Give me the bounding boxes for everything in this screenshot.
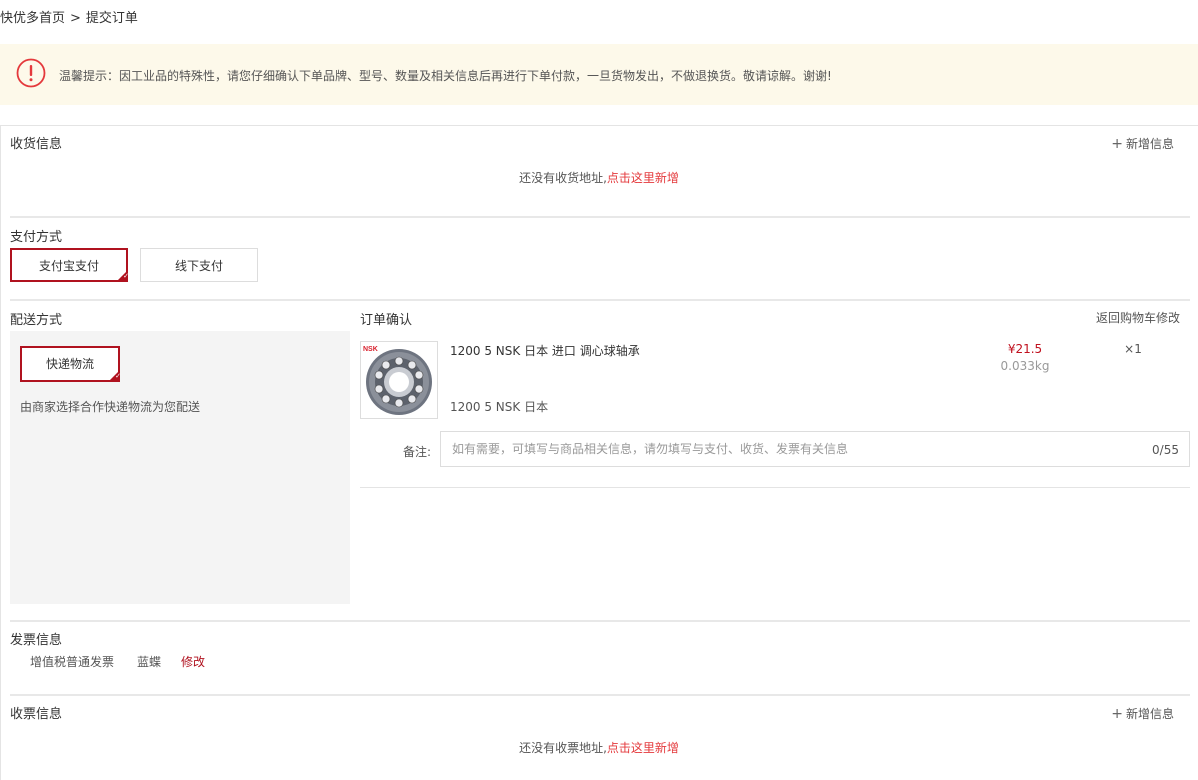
back-to-cart-link[interactable]: 返回购物车修改	[1096, 309, 1180, 326]
delivery-option-express[interactable]: 快递物流	[20, 346, 121, 382]
selected-check-icon	[116, 270, 129, 282]
add-shipping-address-label: 新增信息	[1125, 137, 1174, 151]
payment-option-label: 线下支付	[174, 259, 223, 273]
plus-icon: +	[1111, 136, 1123, 152]
add-invoice-address-button[interactable]: + 新增信息	[1111, 705, 1174, 722]
invoice-type: 增值税普通发票	[30, 655, 115, 669]
section-divider	[10, 299, 1190, 301]
invoice-title: 发票信息	[10, 633, 63, 648]
payment-option-offline[interactable]: 线下支付	[140, 248, 258, 282]
invoice-edit-link[interactable]: 修改	[181, 653, 205, 670]
remark-input[interactable]	[441, 432, 1153, 466]
invoice-address-empty-text: 还没有收票地址,	[519, 741, 607, 755]
plus-icon: +	[1111, 706, 1123, 722]
section-divider	[10, 216, 1190, 218]
notice-banner: 温馨提示：因工业品的特殊性，请您仔细确认下单品牌、型号、数量及相关信息后再进行下…	[0, 44, 1198, 105]
product-name[interactable]: 1200 5 NSK 日本 进口 调心球轴承	[450, 342, 640, 359]
breadcrumb: 快优多首页 > 提交订单	[0, 7, 138, 26]
product-price: ¥21.5	[1007, 342, 1043, 356]
shipping-address-empty: 还没有收货地址,点击这里新增	[0, 169, 1198, 186]
add-invoice-address-label: 新增信息	[1125, 707, 1174, 721]
section-divider	[10, 694, 1190, 696]
add-shipping-address-button[interactable]: + 新增信息	[1111, 135, 1174, 152]
bearing-image: NSK	[363, 346, 432, 415]
product-weight: 0.033kg	[1000, 359, 1050, 373]
invoice-address-empty: 还没有收票地址,点击这里新增	[0, 739, 1198, 756]
shipping-address-title: 收货信息	[10, 137, 63, 152]
add-shipping-address-link[interactable]: 点击这里新增	[607, 171, 679, 185]
divider	[0, 125, 1, 780]
delivery-option-label: 快递物流	[45, 357, 94, 371]
delivery-panel: 快递物流 由商家选择合作快递物流为您配送	[10, 331, 350, 604]
order-divider	[360, 487, 1190, 488]
add-invoice-address-link[interactable]: 点击这里新增	[607, 741, 679, 755]
brand-logo-text: NSK	[363, 346, 378, 353]
invoice-holder: 蓝蝶	[137, 655, 162, 669]
section-divider	[10, 620, 1190, 622]
product-quantity: ×1	[1124, 342, 1142, 356]
product-image[interactable]: NSK	[360, 341, 438, 419]
delivery-description: 由商家选择合作快递物流为您配送	[20, 400, 201, 414]
remark-label: 备注:	[403, 445, 432, 459]
payment-option-alipay[interactable]: 支付宝支付	[10, 248, 129, 282]
payment-title: 支付方式	[10, 230, 63, 245]
order-confirm-title: 订单确认	[360, 313, 413, 328]
exclamation-circle-icon	[16, 58, 46, 88]
remark-counter: 0/55	[1152, 443, 1179, 457]
invoice-address-title: 收票信息	[10, 707, 63, 722]
product-spec: 1200 5 NSK 日本	[450, 400, 549, 414]
breadcrumb-separator: >	[70, 11, 81, 26]
breadcrumb-home-link[interactable]: 快优多首页	[0, 11, 65, 26]
payment-option-label: 支付宝支付	[38, 259, 99, 273]
breadcrumb-current: 提交订单	[85, 11, 138, 26]
divider	[0, 125, 1198, 126]
shipping-address-empty-text: 还没有收货地址,	[519, 171, 607, 185]
notice-text: 温馨提示：因工业品的特殊性，请您仔细确认下单品牌、型号、数量及相关信息后再进行下…	[59, 69, 832, 83]
selected-check-icon	[108, 370, 121, 382]
delivery-title: 配送方式	[10, 313, 63, 328]
remark-box: 0/55	[440, 431, 1190, 467]
